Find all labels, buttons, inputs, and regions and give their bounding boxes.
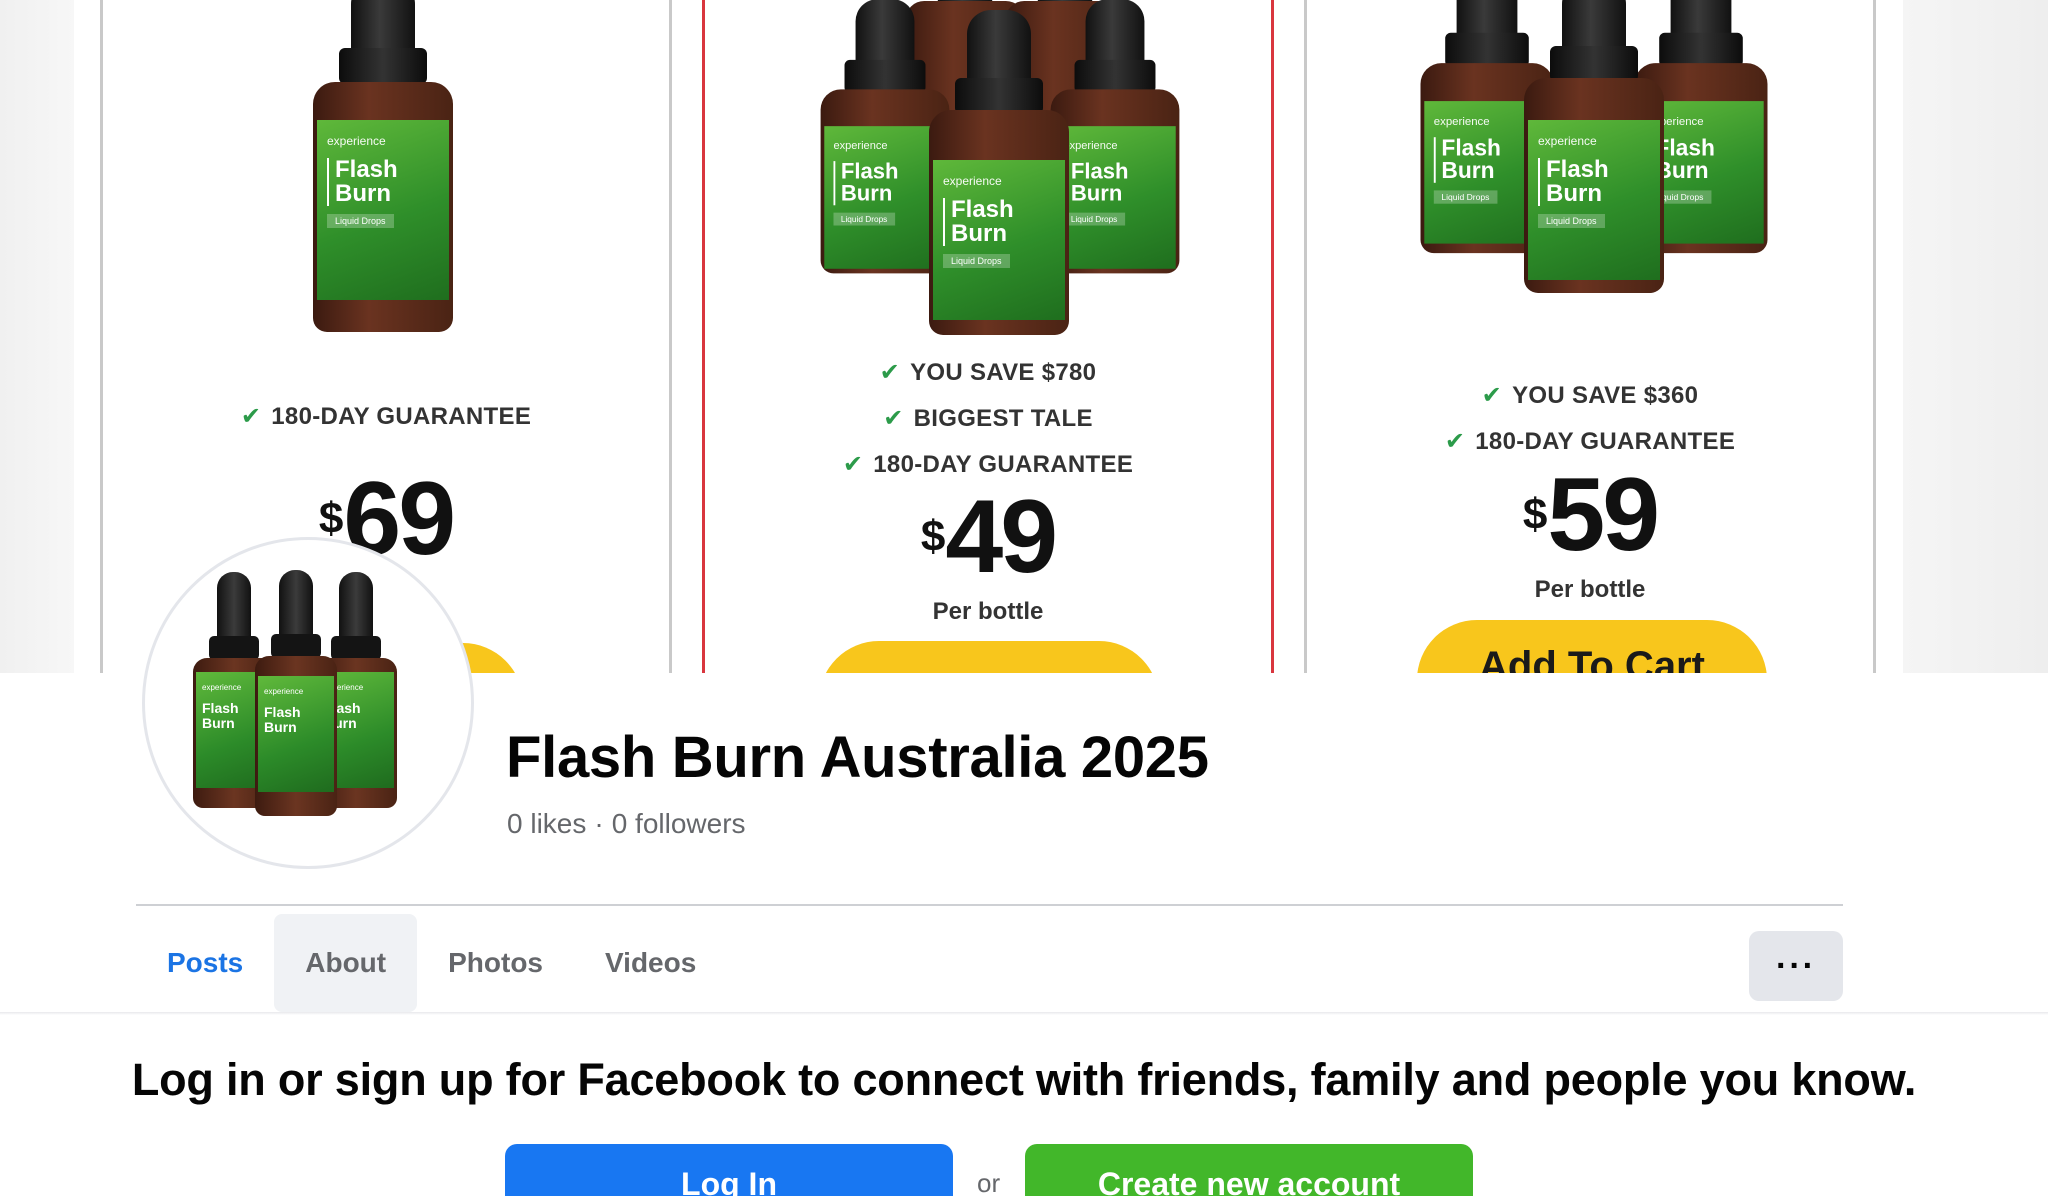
login-button-label: Log In xyxy=(681,1166,777,1196)
offer-2-features: ✔ YOU SAVE $780 ✔ BIGGEST TALE ✔ 180-DAY GU… xyxy=(705,350,1271,488)
feature-line: ✔ YOU SAVE $780 xyxy=(879,359,1097,386)
feature-line: ✔ 180-DAY GUARANTEE xyxy=(240,403,532,430)
price-currency: $ xyxy=(1522,490,1548,539)
checkmark-icon: ✔ xyxy=(879,359,901,386)
label-name-1: Flash xyxy=(335,156,398,183)
page-tabs: Posts About Photos Videos xyxy=(136,914,727,1012)
price-currency: $ xyxy=(318,494,344,543)
offer-card-3: experience Flash Burn Liquid Drops experi… xyxy=(1304,0,1876,673)
feature-line: ✔ YOU SAVE $360 xyxy=(1481,382,1699,409)
followers-count[interactable]: 0 followers xyxy=(612,808,746,839)
offer-1-features: ✔ 180-DAY GUARANTEE xyxy=(103,394,669,440)
profile-avatar[interactable]: experience Flash Burn experience Flash Burn … xyxy=(142,537,474,869)
stats-separator: · xyxy=(594,808,604,839)
per-bottle-text: Per bottle xyxy=(1534,576,1646,603)
tab-posts[interactable]: Posts xyxy=(136,914,274,1012)
login-prompt-message: Log in or sign up for Facebook to connec… xyxy=(131,1054,1917,1105)
add-to-cart-button[interactable]: Add To Cart xyxy=(1417,620,1767,673)
add-to-cart-label: Add To Cart xyxy=(1479,644,1705,673)
offer-2-price: $49 xyxy=(705,478,1271,597)
create-account-button[interactable]: Create new account xyxy=(1025,1144,1473,1196)
offer-2-cta-button[interactable] xyxy=(819,641,1159,673)
tab-photos[interactable]: Photos xyxy=(417,914,574,1012)
price-amount: 59 xyxy=(1547,457,1660,573)
label-name-2: Burn xyxy=(335,180,391,207)
checkmark-icon: ✔ xyxy=(883,405,904,432)
checkmark-icon: ✔ xyxy=(1481,382,1503,409)
feature-line: ✔ BIGGEST TALE xyxy=(883,405,1093,432)
tabs-shadow xyxy=(0,1012,2048,1015)
facebook-page: experience Flash Burn Liquid Drops ✔ 180-D… xyxy=(0,0,2048,1196)
checkmark-icon: ✔ xyxy=(240,403,262,430)
header-divider xyxy=(136,904,1843,906)
per-bottle-text: Per bottle xyxy=(932,598,1044,625)
offer-3-price: $59 xyxy=(1307,456,1873,575)
create-account-label: Create new account xyxy=(1097,1166,1401,1196)
page-stats: 0 likes · 0 followers xyxy=(507,808,746,840)
price-currency: $ xyxy=(920,512,946,561)
or-separator: or xyxy=(977,1168,1001,1196)
page-title: Flash Burn Australia 2025 xyxy=(506,725,1209,790)
more-horizontal-icon: ··· xyxy=(1776,946,1816,985)
offer-card-2: experience Flash Burn Liquid Drops experi… xyxy=(702,0,1274,673)
checkmark-icon: ✔ xyxy=(842,451,864,478)
price-amount: 49 xyxy=(945,479,1058,595)
more-options-button[interactable]: ··· xyxy=(1749,931,1843,1001)
label-brand: experience xyxy=(327,134,386,148)
label-sub: Liquid Drops xyxy=(327,214,394,228)
offer-3-features: ✔ YOU SAVE $360 ✔ 180-DAY GUARANTEE xyxy=(1307,373,1873,465)
likes-count[interactable]: 0 likes xyxy=(507,808,586,839)
tab-about[interactable]: About xyxy=(274,914,418,1012)
checkmark-icon: ✔ xyxy=(1444,428,1466,455)
tab-videos[interactable]: Videos xyxy=(574,914,727,1012)
login-button[interactable]: Log In xyxy=(505,1144,953,1196)
